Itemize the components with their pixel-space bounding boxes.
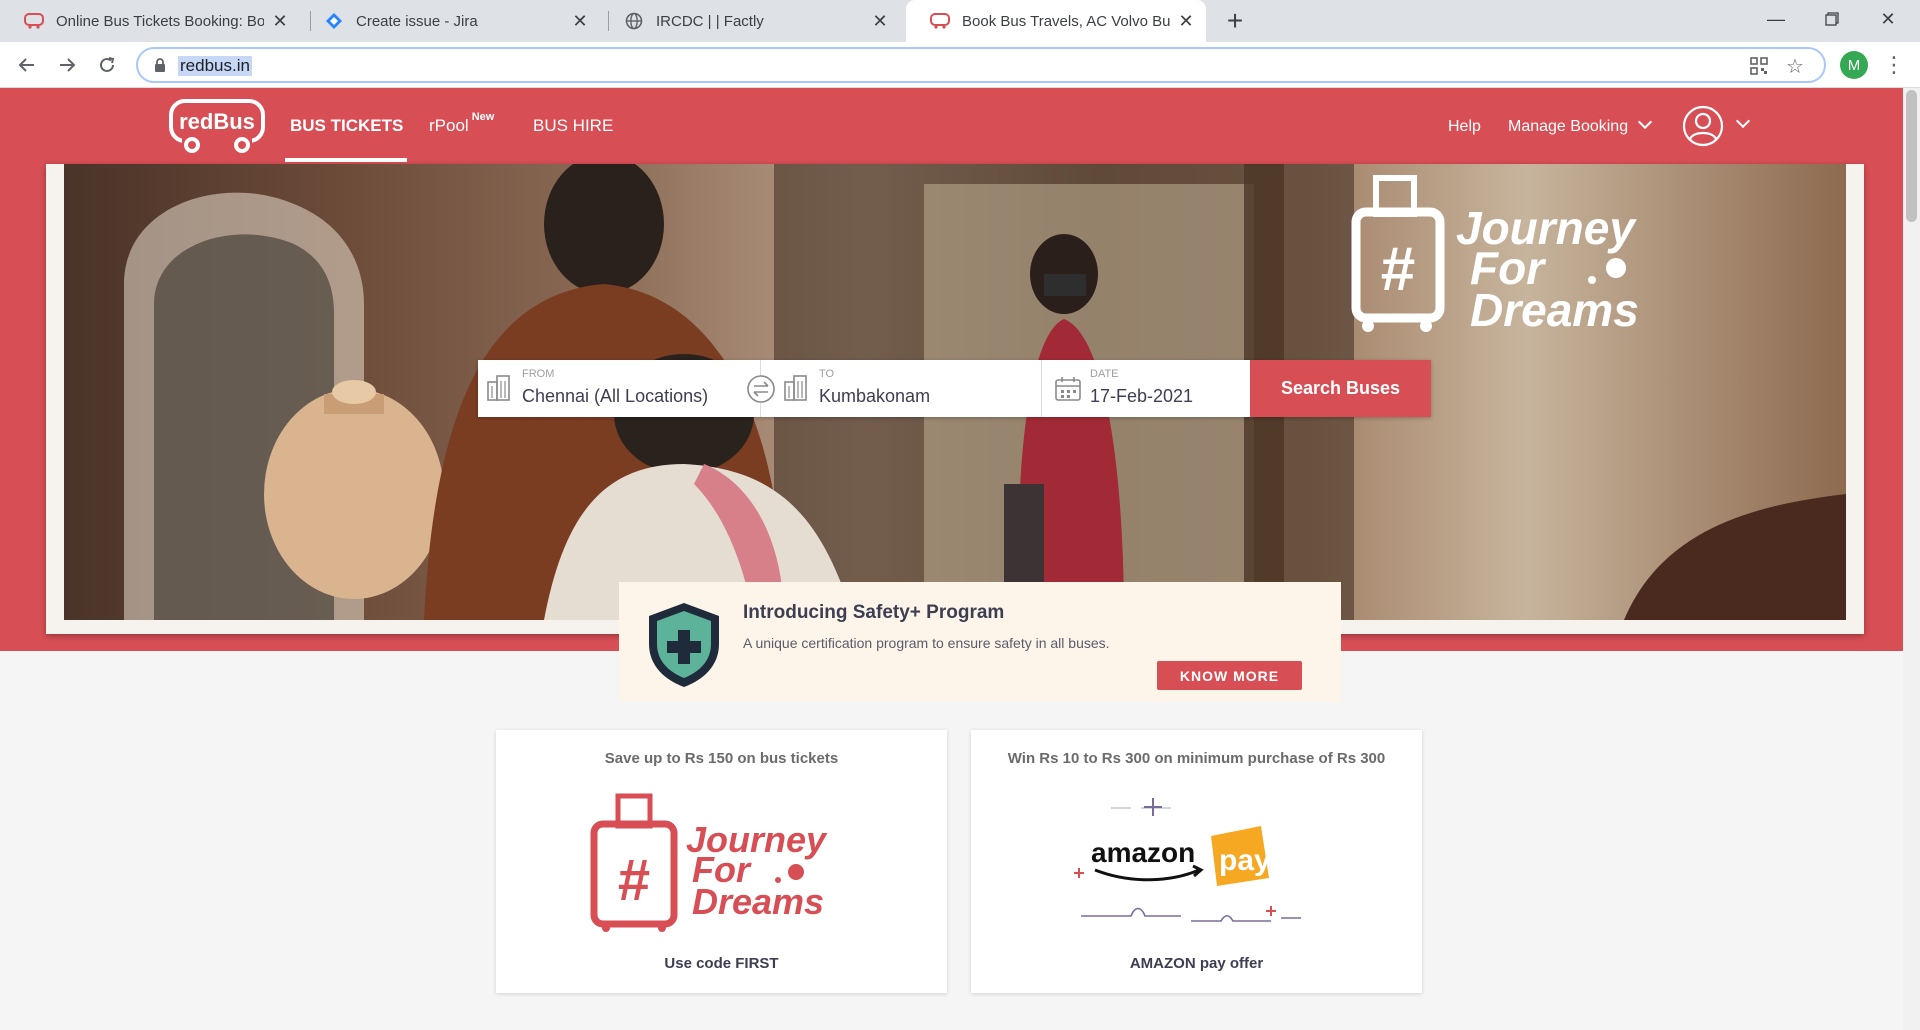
svg-text:pay: pay [1219,844,1271,877]
svg-text:#: # [618,848,650,913]
url-text[interactable]: redbus.in [178,56,252,76]
safety-shield-icon [649,603,719,687]
manage-booking-label: Manage Booking [1508,118,1629,135]
date-value: 17-Feb-2021 [1090,386,1194,406]
restore-icon[interactable] [1804,0,1860,38]
nav-rpool-label: rPool [429,116,469,135]
svg-text:Dreams: Dreams [692,881,824,922]
browser-tab[interactable]: IRCDC | | Factly ✕ [600,0,900,42]
globe-icon [624,11,644,31]
tab-title: Book Bus Travels, AC Volvo Bus, r [962,12,1170,30]
lock-icon [155,58,165,72]
search-buses-button[interactable]: Search Buses [1250,360,1431,417]
journey-for-dreams-hero-logo: # Journey For Dreams [1351,175,1639,336]
svg-text:#: # [1381,235,1415,304]
offer-card-journey[interactable]: Save up to Rs 150 on bus tickets # Journ… [496,730,947,993]
address-bar[interactable]: redbus.in ☆ [136,47,1826,83]
redbus-favicon-icon [930,11,950,31]
close-tab-icon[interactable]: ✕ [570,11,590,31]
web-page: redBus BUS TICKETS rPool New BUS HIRE Hel… [0,88,1920,1030]
nav-bus-tickets[interactable]: BUS TICKETS [290,116,403,136]
help-link[interactable]: Help [1448,118,1481,136]
offer-headline: Win Rs 10 to Rs 300 on minimum purchase … [1007,750,1386,767]
svg-text:redBus: redBus [179,109,255,134]
close-tab-icon[interactable]: ✕ [1176,11,1196,31]
forward-icon[interactable] [52,50,82,80]
manage-booking-menu[interactable]: Manage Booking [1508,114,1653,136]
redbus-logo[interactable]: redBus [168,98,266,154]
minimize-icon[interactable]: — [1748,0,1804,38]
jira-icon [324,11,344,31]
date-field[interactable]: DATE 17-Feb-2021 [1042,360,1250,417]
to-label: TO [819,368,835,380]
safety-plus-banner: Introducing Safety+ Program A unique cer… [619,582,1341,702]
browser-menu-icon[interactable]: ⋮ [1883,51,1905,79]
site-header: redBus BUS TICKETS rPool New BUS HIRE Hel… [0,88,1903,164]
journey-for-dreams-logo: # Journey For Dreams [590,793,828,932]
from-value: Chennai (All Locations) [522,386,709,406]
browser-tab[interactable]: Online Bus Tickets Booking: Book ✕ [0,0,300,42]
close-tab-icon[interactable]: ✕ [270,11,290,31]
to-value: Kumbakonam [819,386,931,406]
nav-rpool[interactable]: rPool New [429,111,494,136]
new-badge: New [471,111,495,123]
tab-title: Create issue - Jira [356,12,478,30]
offer-name-text: AMAZON pay offer [1129,955,1264,972]
qr-code-icon[interactable] [1748,55,1770,77]
page-scrollbar[interactable] [1903,88,1920,1030]
safety-description: A unique certification program to ensure… [743,635,1110,651]
redbus-favicon-icon [24,11,44,31]
city-building-icon [487,375,510,401]
offer-card-amazon-pay[interactable]: Win Rs 10 to Rs 300 on minimum purchase … [971,730,1422,993]
svg-text:Dreams: Dreams [1470,284,1639,336]
safety-title: Introducing Safety+ Program [743,602,1005,623]
svg-text:amazon: amazon [1091,837,1195,868]
browser-tab-active[interactable]: Book Bus Travels, AC Volvo Bus, r ✕ [906,0,1206,42]
tab-title: IRCDC | | Factly [656,12,764,30]
from-label: FROM [522,368,555,380]
from-field[interactable]: FROM Chennai (All Locations) [478,360,760,417]
account-chevron-down-icon[interactable] [1735,113,1751,129]
know-more-button[interactable]: KNOW MORE [1157,661,1302,690]
city-building-icon [784,375,807,401]
bookmark-star-icon[interactable]: ☆ [1784,55,1806,78]
offer-headline: Save up to Rs 150 on bus tickets [604,750,839,767]
calendar-icon [1055,377,1081,401]
reload-icon[interactable] [92,50,122,80]
scrollbar-thumb[interactable] [1906,90,1917,222]
new-tab-icon[interactable]: + [1220,5,1250,36]
amazon-pay-logo: amazon pay [1074,798,1301,922]
nav-bus-hire[interactable]: BUS HIRE [533,116,613,136]
chevron-down-icon [1638,114,1653,130]
bus-search-form: FROM Chennai (All Locations) TO Kumbakon… [478,360,1431,417]
profile-avatar[interactable]: M [1840,51,1868,79]
browser-toolbar: redbus.in ☆ M ⋮ [0,42,1920,88]
offer-code-text: Use code FIRST [664,955,779,972]
close-window-icon[interactable]: ✕ [1860,0,1916,38]
browser-tab-strip: Online Bus Tickets Booking: Book ✕ Creat… [0,0,1920,42]
back-icon[interactable] [12,50,42,80]
tab-title: Online Bus Tickets Booking: Book [56,12,264,30]
active-nav-indicator [285,158,407,162]
to-field[interactable]: TO Kumbakonam [761,360,1043,417]
user-account-icon[interactable] [1682,105,1724,147]
date-label: DATE [1090,368,1119,380]
close-tab-icon[interactable]: ✕ [870,11,890,31]
browser-tab[interactable]: Create issue - Jira ✕ [300,0,600,42]
